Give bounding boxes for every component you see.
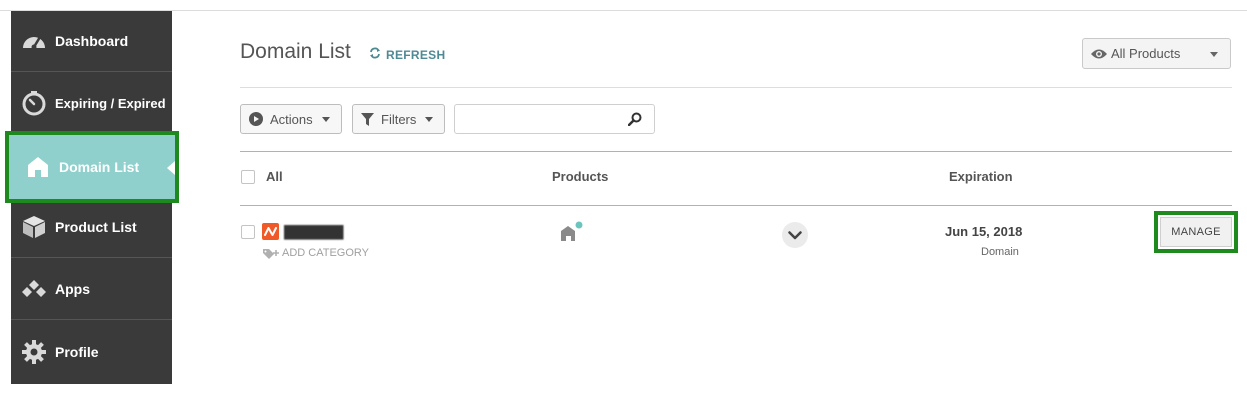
add-category-label: ADD CATEGORY	[282, 247, 369, 259]
sidebar-item-product-list[interactable]: Product List	[11, 197, 172, 258]
divider	[240, 87, 1232, 88]
manage-button[interactable]: MANAGE	[1160, 217, 1232, 247]
tag-plus-icon	[263, 248, 279, 259]
expiration-type: Domain	[981, 246, 1019, 258]
column-header-expiration: Expiration	[949, 169, 1013, 184]
top-divider	[0, 10, 1247, 11]
stopwatch-icon	[21, 90, 47, 116]
filters-button[interactable]: Filters	[352, 104, 445, 134]
chevron-down-icon	[425, 116, 434, 122]
add-category-button[interactable]: ADD CATEGORY	[263, 247, 369, 259]
sidebar-item-domain-list[interactable]: Domain List	[5, 131, 179, 203]
sidebar-item-apps[interactable]: Apps	[11, 259, 172, 320]
column-header-all: All	[266, 169, 283, 184]
product-filter-dropdown[interactable]: All Products	[1082, 38, 1231, 69]
gear-icon	[21, 339, 47, 365]
search-icon[interactable]	[627, 112, 642, 131]
refresh-icon	[369, 47, 381, 62]
page-title: Domain List	[240, 40, 351, 63]
active-indicator	[167, 161, 175, 175]
actions-label: Actions	[270, 111, 313, 127]
product-filter-value: All Products	[1111, 46, 1181, 61]
sidebar-item-label: Profile	[55, 343, 99, 360]
sidebar-item-label: Dashboard	[55, 33, 129, 49]
speedometer-icon	[21, 28, 47, 54]
sidebar-item-label: Domain List	[59, 159, 140, 175]
funnel-icon	[361, 112, 374, 126]
sidebar-item-label: Product List	[55, 219, 137, 235]
eye-icon	[1090, 48, 1108, 60]
sidebar-item-dashboard[interactable]: Dashboard	[11, 11, 172, 72]
sidebar-item-expiring[interactable]: Expiring / Expired	[11, 73, 172, 134]
play-circle-icon	[249, 112, 263, 126]
chevron-down-icon	[1210, 52, 1218, 57]
chevron-down-icon	[321, 116, 330, 122]
actions-button[interactable]: Actions	[240, 104, 342, 134]
sidebar-item-label: Apps	[55, 281, 90, 297]
search-input[interactable]	[454, 104, 655, 134]
refresh-label: REFRESH	[386, 47, 446, 62]
filters-label: Filters	[381, 111, 417, 127]
registrar-logo-icon	[262, 223, 279, 240]
house-icon	[25, 154, 51, 180]
sidebar-item-label: Expiring / Expired	[55, 95, 166, 111]
row-checkbox[interactable]	[241, 225, 255, 239]
divider	[240, 205, 1232, 206]
column-header-products: Products	[552, 169, 609, 184]
domain-name-link[interactable]: ███████	[284, 225, 344, 239]
diamonds-icon	[21, 276, 47, 302]
select-all-checkbox[interactable]	[241, 170, 255, 184]
refresh-button[interactable]: REFRESH	[369, 47, 445, 62]
expand-row-button[interactable]	[782, 222, 808, 248]
divider	[240, 151, 1232, 152]
sidebar-item-domain-list-content: Domain List	[11, 135, 175, 199]
chevron-down-icon	[788, 230, 802, 239]
expiration-date: Jun 15, 2018	[945, 224, 1023, 239]
domain-product-icon	[560, 221, 586, 248]
box-icon	[21, 214, 47, 240]
sidebar-item-profile[interactable]: Profile	[11, 321, 172, 382]
